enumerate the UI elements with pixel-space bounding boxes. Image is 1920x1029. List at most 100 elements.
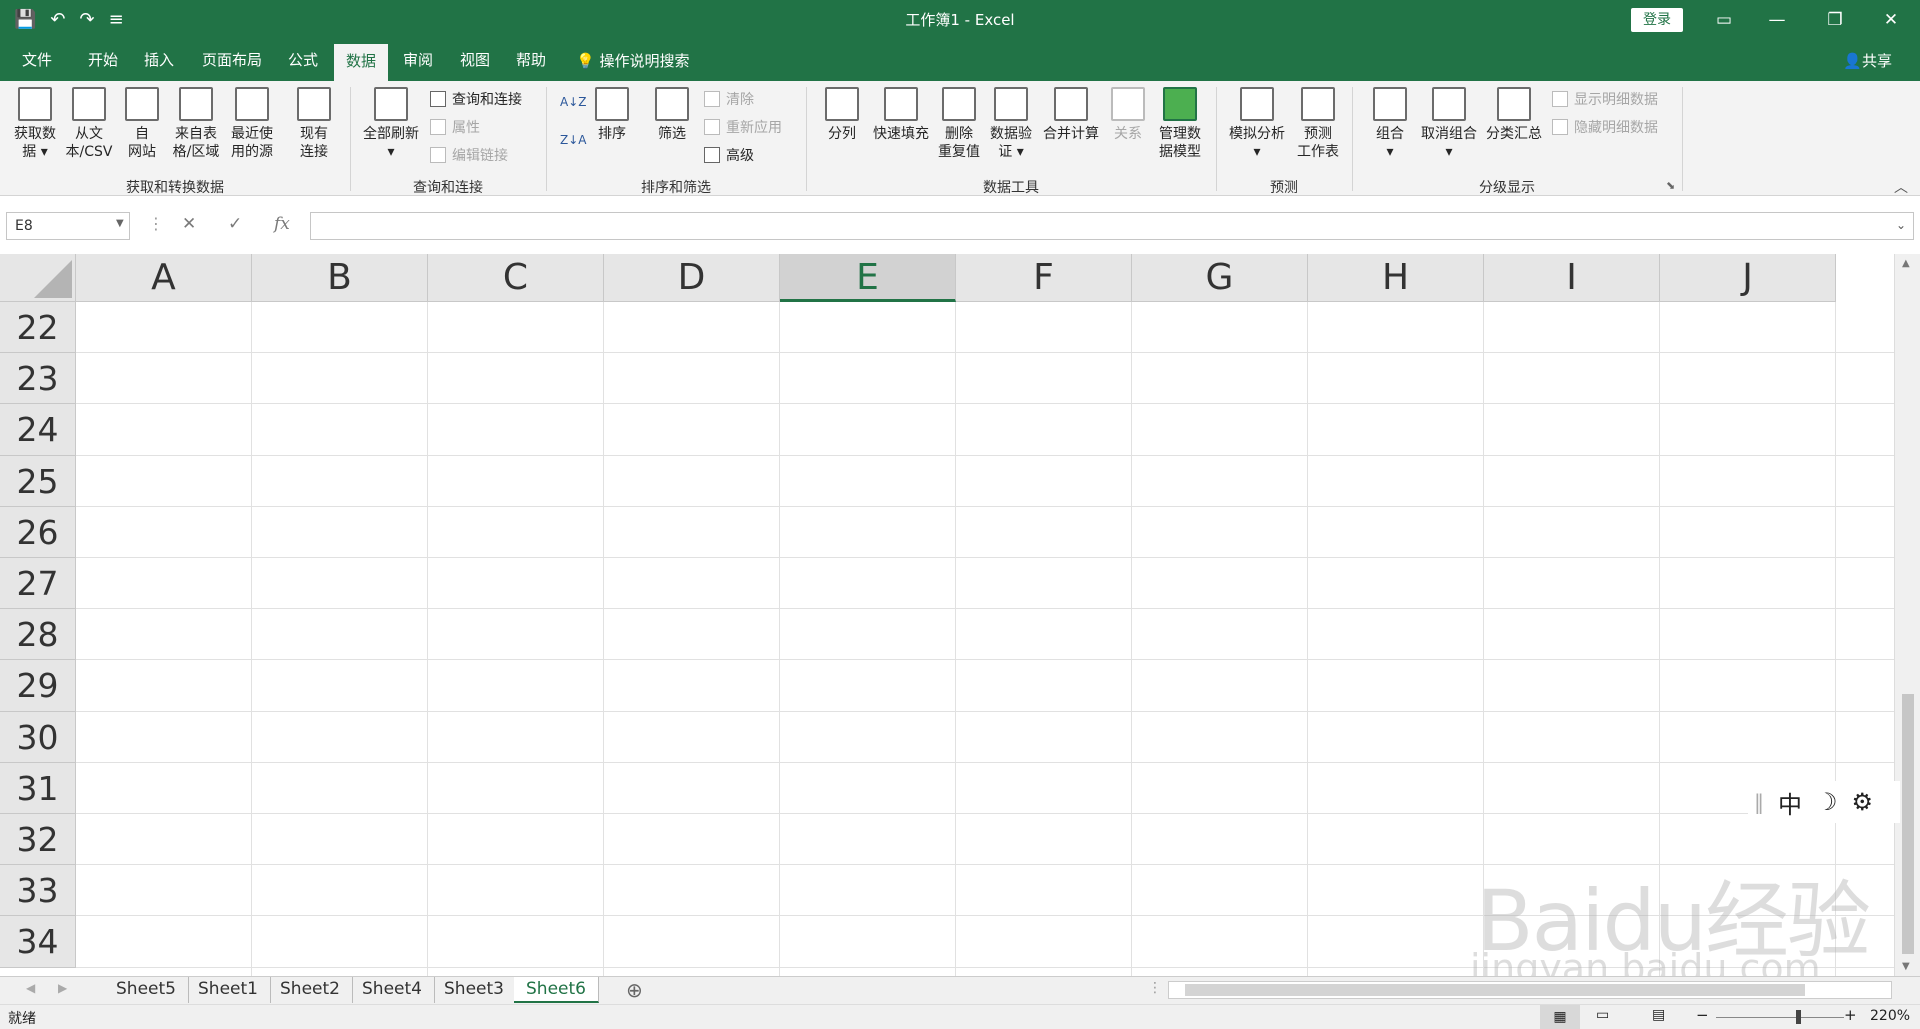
ime-lang-toggle[interactable]: 中 [1778, 785, 1802, 820]
manage-data-model-button[interactable]: 管理数 据模型 [1154, 87, 1206, 161]
row-header-23[interactable]: 23 [0, 353, 76, 405]
edit-links-button[interactable]: 编辑链接 [430, 145, 508, 165]
sheet-tab-sheet1[interactable]: Sheet1 [186, 977, 271, 1003]
cell-row-31[interactable] [76, 763, 1894, 814]
tab-help[interactable]: 帮助 [510, 40, 552, 81]
login-button[interactable]: 登录 [1631, 8, 1683, 32]
recent-sources-button[interactable]: 最近使 用的源 [226, 87, 278, 161]
name-box[interactable]: E8 [6, 212, 130, 240]
column-header-j[interactable]: J [1660, 254, 1836, 302]
column-header-d[interactable]: D [604, 254, 780, 302]
row-header-27[interactable]: 27 [0, 558, 76, 610]
formula-input[interactable] [310, 212, 1914, 240]
sheet-tab-sheet2[interactable]: Sheet2 [268, 977, 353, 1003]
reapply-button[interactable]: 重新应用 [704, 117, 782, 137]
enter-icon[interactable]: ✓ [228, 214, 242, 234]
sort-az-button[interactable]: A↓Z [560, 95, 586, 109]
data-validation-button[interactable]: 数据验 证 ▾ [986, 87, 1036, 161]
column-header-f[interactable]: F [956, 254, 1132, 302]
zoom-level[interactable]: 220% [1870, 1008, 1910, 1024]
sheet-tab-sheet4[interactable]: Sheet4 [350, 977, 435, 1003]
column-header-g[interactable]: G [1132, 254, 1308, 302]
properties-button[interactable]: 属性 [430, 117, 480, 137]
queries-connections-button[interactable]: 查询和连接 [430, 89, 522, 109]
sheet-tab-sheet5[interactable]: Sheet5 [104, 977, 189, 1003]
cell-row-30[interactable] [76, 712, 1894, 763]
prev-sheet-icon[interactable]: ◀ [26, 981, 35, 995]
row-header-25[interactable]: 25 [0, 455, 76, 507]
share-button[interactable]: 👤共享 [1843, 50, 1892, 71]
clear-button[interactable]: 清除 [704, 89, 754, 109]
page-layout-view-icon[interactable]: ▭ [1596, 1007, 1609, 1023]
gear-icon[interactable]: ⚙ [1852, 788, 1874, 816]
row-header-29[interactable]: 29 [0, 660, 76, 712]
new-sheet-icon[interactable]: ⊕ [626, 978, 643, 1002]
tab-view[interactable]: 视图 [454, 40, 496, 81]
scroll-up-icon[interactable]: ▲ [1902, 258, 1910, 269]
from-text-csv-button[interactable]: 从文 本/CSV [62, 87, 116, 161]
name-box-dropdown-icon[interactable]: ▼ [116, 218, 124, 229]
sheet-tab-sheet6[interactable]: Sheet6 [514, 977, 599, 1003]
vertical-scrollbar[interactable]: ▲ ▼ [1894, 254, 1920, 976]
column-header-i[interactable]: I [1484, 254, 1660, 302]
ungroup-button[interactable]: 取消组合 ▾ [1416, 87, 1482, 161]
tab-file[interactable]: 文件 [16, 40, 58, 81]
formula-options-icon[interactable]: ⋮ [148, 214, 164, 233]
tab-insert[interactable]: 插入 [138, 40, 180, 81]
forecast-sheet-button[interactable]: 预测 工作表 [1292, 87, 1344, 161]
select-all-corner[interactable] [0, 254, 76, 302]
sort-button[interactable]: 排序 [590, 87, 634, 143]
horizontal-scrollbar[interactable] [1168, 981, 1892, 999]
advanced-filter-button[interactable]: 高级 [704, 145, 754, 165]
column-header-a[interactable]: A [76, 254, 252, 302]
tell-me-search[interactable]: 💡 操作说明搜索 [576, 50, 689, 71]
relationships-button[interactable]: 关系 [1108, 87, 1148, 143]
column-header-h[interactable]: H [1308, 254, 1484, 302]
flash-fill-button[interactable]: 快速填充 [868, 87, 934, 143]
zoom-slider-thumb[interactable] [1796, 1010, 1801, 1024]
next-sheet-icon[interactable]: ▶ [58, 981, 67, 995]
cell-row-23[interactable] [76, 353, 1894, 405]
tab-page-layout[interactable]: 页面布局 [196, 40, 268, 81]
from-table-button[interactable]: 来自表 格/区域 [168, 87, 224, 161]
tab-split-handle[interactable]: ⋮ [1148, 980, 1162, 996]
from-web-button[interactable]: 自 网站 [120, 87, 164, 161]
row-header-34[interactable]: 34 [0, 916, 76, 968]
close-button[interactable]: ✕ [1862, 0, 1920, 40]
expand-formula-bar-icon[interactable]: ⌄ [1896, 218, 1906, 232]
show-detail-button[interactable]: 显示明细数据 [1552, 89, 1658, 109]
group-button[interactable]: 组合 ▾ [1368, 87, 1412, 161]
scroll-thumb[interactable] [1902, 694, 1914, 954]
cell-row-26[interactable] [76, 507, 1894, 558]
outline-dialog-launcher-icon[interactable]: ⬊ [1666, 179, 1675, 192]
page-break-view-icon[interactable]: ▤ [1652, 1007, 1665, 1023]
column-header-e[interactable]: E [780, 254, 956, 302]
cell-row-29[interactable] [76, 660, 1894, 712]
remove-duplicates-button[interactable]: 删除 重复值 [934, 87, 984, 161]
get-data-button[interactable]: 获取数 据 ▾ [10, 87, 60, 161]
ribbon-display-icon[interactable]: ▭ [1695, 0, 1753, 40]
subtotal-button[interactable]: 分类汇总 [1482, 87, 1546, 143]
existing-connections-button[interactable]: 现有 连接 [290, 87, 338, 161]
sort-za-button[interactable]: Z↓A [560, 133, 586, 147]
minimize-button[interactable]: — [1748, 0, 1806, 40]
cell-row-27[interactable] [76, 558, 1894, 610]
zoom-out-icon[interactable]: − [1696, 1006, 1709, 1024]
row-header-22[interactable]: 22 [0, 302, 76, 354]
cancel-icon[interactable]: ✕ [182, 214, 196, 234]
row-header-24[interactable]: 24 [0, 404, 76, 456]
cell-row-24[interactable] [76, 404, 1894, 456]
cell-row-25[interactable] [76, 456, 1894, 507]
refresh-all-button[interactable]: 全部刷新 ▾ [358, 87, 424, 161]
cell-row-22[interactable] [76, 302, 1894, 354]
row-header-30[interactable]: 30 [0, 711, 76, 763]
h-scroll-thumb[interactable] [1185, 984, 1805, 996]
normal-view-icon[interactable]: ▦ [1540, 1005, 1580, 1029]
tab-home[interactable]: 开始 [82, 40, 124, 81]
column-header-c[interactable]: C [428, 254, 604, 302]
consolidate-button[interactable]: 合并计算 [1040, 87, 1102, 143]
row-header-31[interactable]: 31 [0, 762, 76, 814]
what-if-analysis-button[interactable]: 模拟分析 ▾ [1224, 87, 1290, 161]
collapse-ribbon-icon[interactable]: ︿ [1894, 177, 1908, 197]
insert-function-icon[interactable]: fx [274, 214, 290, 234]
